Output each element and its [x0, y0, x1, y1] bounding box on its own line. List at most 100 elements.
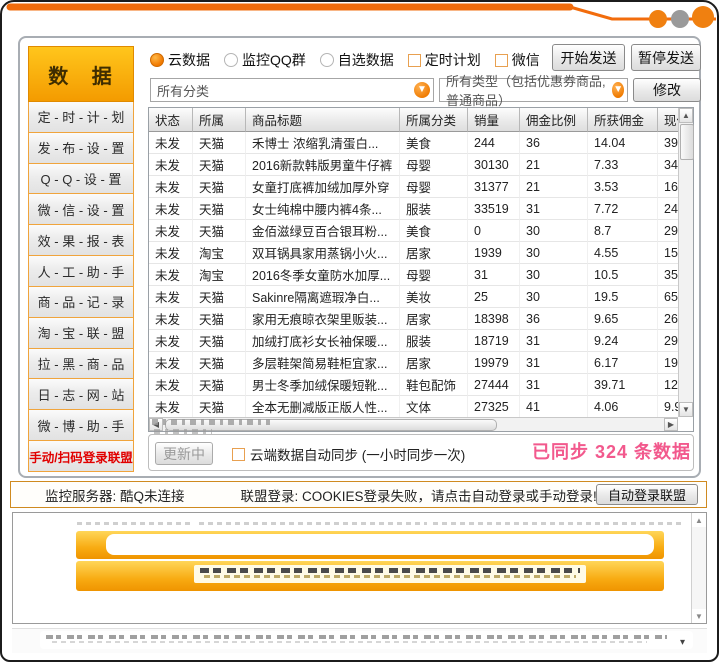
- radio-云数据[interactable]: 云数据: [150, 50, 210, 70]
- column-header[interactable]: 佣金比例: [520, 108, 588, 132]
- footer-strip: ▾: [12, 628, 707, 653]
- column-header[interactable]: 所属分类: [400, 108, 468, 132]
- table-row[interactable]: 未发天猫男士冬季加绒保暖短靴...鞋包配饰274443139.71128.1: [149, 374, 678, 396]
- table-cell-status: 未发: [149, 220, 193, 242]
- web-scrollbar[interactable]: ▲ ▼: [691, 513, 706, 623]
- scroll-up-icon[interactable]: ▲: [692, 513, 706, 527]
- table-row[interactable]: 未发天猫加绒打底衫女长袖保暖...服装18719319.2429.80: [149, 330, 678, 352]
- table-cell-shop: 天猫: [193, 198, 246, 220]
- sidebar-item[interactable]: 发 - 布 - 设 - 置: [28, 132, 134, 164]
- table-cell-category: 母婴: [400, 154, 468, 176]
- table-cell-status: 未发: [149, 242, 193, 264]
- table-cell-title: 加绒打底衫女长袖保暖...: [246, 330, 400, 352]
- category-filter-select[interactable]: 所有分类 ▼: [150, 78, 434, 102]
- table-row[interactable]: 未发天猫家用无痕晾衣架里贩装...居家18398369.6526.80: [149, 308, 678, 330]
- table-cell-category: 美食: [400, 132, 468, 154]
- sidebar-item[interactable]: 商 - 品 - 记 - 录: [28, 286, 134, 318]
- checkbox-定时计划[interactable]: 定时计划: [407, 50, 481, 70]
- type-filter-value: 所有类型（包括优惠券商品, 普通商品）: [446, 74, 606, 108]
- table-cell-status: 未发: [149, 396, 193, 418]
- radio-label: 云数据: [168, 52, 210, 68]
- table-cell-shop: 天猫: [193, 308, 246, 330]
- minimize-button[interactable]: [649, 10, 667, 28]
- table-row[interactable]: 未发天猫女童打底裤加绒加厚外穿母婴31377213.5316.80: [149, 176, 678, 198]
- column-header[interactable]: 现价: [658, 108, 678, 132]
- sidebar-item[interactable]: 拉 - 黑 - 商 - 品: [28, 348, 134, 380]
- table-cell-sales: 27325: [468, 396, 520, 418]
- radio-自选数据[interactable]: 自选数据: [319, 50, 394, 70]
- union-login-status: 联盟登录: COOKIES登录失败，请点击自动登录或手动登录!: [240, 488, 597, 504]
- embedded-web-view[interactable]: ▲ ▼: [12, 512, 707, 624]
- table-cell-status: 未发: [149, 330, 193, 352]
- table-cell-price: 35.00: [658, 264, 678, 286]
- table-row[interactable]: 未发天猫女士纯棉中腰内裤4条...服装33519317.7224.90: [149, 198, 678, 220]
- scroll-right-icon[interactable]: ▶: [664, 418, 678, 431]
- sidebar-item[interactable]: 定 - 时 - 计 - 划: [28, 102, 134, 133]
- app-window: 数 据 定 - 时 - 计 - 划发 - 布 - 设 - 置Q - Q - 设 …: [0, 0, 719, 662]
- type-filter-select[interactable]: 所有类型（包括优惠券商品, 普通商品） ▼: [439, 74, 628, 108]
- table-row[interactable]: 未发天猫金佰滋绿豆百合银耳粉...美食0308.729.00: [149, 220, 678, 242]
- table-row[interactable]: 未发天猫2016新款韩版男童牛仔裤母婴30130217.3334.90: [149, 154, 678, 176]
- auto-login-button[interactable]: 自动登录联盟: [596, 484, 698, 505]
- table-cell-status: 未发: [149, 154, 193, 176]
- checkbox-微信[interactable]: 微信: [494, 50, 540, 70]
- table-cell-sales: 19979: [468, 352, 520, 374]
- modify-button[interactable]: 修改: [633, 78, 701, 102]
- clipped-text-artifact: [52, 641, 647, 643]
- scroll-down-icon[interactable]: ▼: [679, 402, 693, 417]
- table-cell-category: 母婴: [400, 176, 468, 198]
- column-header[interactable]: 状态: [149, 108, 193, 132]
- table-cell-price: 9.90: [658, 396, 678, 418]
- vertical-scroll-thumb[interactable]: [680, 124, 694, 160]
- table-cell-ratio: 30: [520, 286, 588, 308]
- category-filter-value: 所有分类: [157, 83, 210, 99]
- sidebar-item[interactable]: 人 - 工 - 助 - 手: [28, 256, 134, 287]
- scroll-up-icon[interactable]: ▲: [679, 108, 693, 123]
- table-cell-title: 女士纯棉中腰内裤4条...: [246, 198, 400, 220]
- sidebar-item[interactable]: Q - Q - 设 - 置: [28, 163, 134, 195]
- start-send-button[interactable]: 开始发送: [552, 44, 625, 71]
- sidebar-item[interactable]: 日 - 志 - 网 - 站: [28, 379, 134, 411]
- table-cell-ratio: 30: [520, 220, 588, 242]
- updating-button[interactable]: 更新中: [155, 442, 213, 465]
- table-cell-ratio: 30: [520, 264, 588, 286]
- radio-icon: [150, 53, 164, 67]
- scroll-down-icon[interactable]: ▼: [692, 609, 706, 623]
- sidebar-item[interactable]: 效 - 果 - 报 - 表: [28, 225, 134, 257]
- sidebar-item[interactable]: 微 - 博 - 助 - 手: [28, 410, 134, 442]
- table-row[interactable]: 未发天猫全本无删减版正版人性...文体27325414.069.90: [149, 396, 678, 418]
- table-cell-title: 2016冬季女童防水加厚...: [246, 264, 400, 286]
- marquee-text-artifact: [194, 565, 586, 583]
- column-header[interactable]: 销量: [468, 108, 520, 132]
- sidebar-item-manual-login[interactable]: 手动/扫码登录联盟: [28, 441, 134, 472]
- table-cell-sales: 244: [468, 132, 520, 154]
- radio-监控QQ群[interactable]: 监控QQ群: [224, 50, 306, 70]
- faint-text-artifact: [433, 522, 681, 525]
- column-header[interactable]: 所属: [193, 108, 246, 132]
- sidebar-item[interactable]: 淘 - 宝 - 联 - 盟: [28, 317, 134, 349]
- auto-sync-checkbox[interactable]: 云端数据自动同步 (一小时同步一次): [232, 444, 465, 464]
- vertical-scrollbar[interactable]: ▲ ▼: [678, 108, 694, 417]
- table-row[interactable]: 未发淘宝双耳锅具家用蒸锅小火...居家1939304.5515.17: [149, 242, 678, 264]
- table-row[interactable]: 未发天猫禾博士 浓缩乳清蛋白...美食2443614.0439.00: [149, 132, 678, 154]
- column-header[interactable]: 商品标题: [246, 108, 400, 132]
- table-cell-sales: 25: [468, 286, 520, 308]
- table-cell-title: 双耳锅具家用蒸锅小火...: [246, 242, 400, 264]
- pause-send-button[interactable]: 暂停发送: [631, 44, 701, 71]
- table-row[interactable]: 未发天猫多层鞋架简易鞋柜宜家...居家19979316.1719.90: [149, 352, 678, 374]
- table-cell-title: 金佰滋绿豆百合银耳粉...: [246, 220, 400, 242]
- table-row[interactable]: 未发淘宝2016冬季女童防水加厚...母婴313010.535.00: [149, 264, 678, 286]
- close-button[interactable]: [692, 6, 714, 28]
- table-body: 未发天猫禾博士 浓缩乳清蛋白...美食2443614.0439.00未发天猫20…: [149, 132, 678, 418]
- table-cell-shop: 天猫: [193, 286, 246, 308]
- table-cell-price: 24.90: [658, 198, 678, 220]
- table-cell-price: 29.80: [658, 330, 678, 352]
- sidebar-item[interactable]: 微 - 信 - 设 - 置: [28, 194, 134, 226]
- column-header[interactable]: 所获佣金: [588, 108, 658, 132]
- checkbox-icon: [494, 53, 508, 67]
- table-row[interactable]: 未发天猫Sakinre隔离遮瑕净白...美妆253019.565.00: [149, 286, 678, 308]
- tray-button[interactable]: [671, 10, 689, 28]
- table-cell-sales: 27444: [468, 374, 520, 396]
- table-cell-category: 服装: [400, 330, 468, 352]
- table-cell-commission: 6.17: [588, 352, 658, 374]
